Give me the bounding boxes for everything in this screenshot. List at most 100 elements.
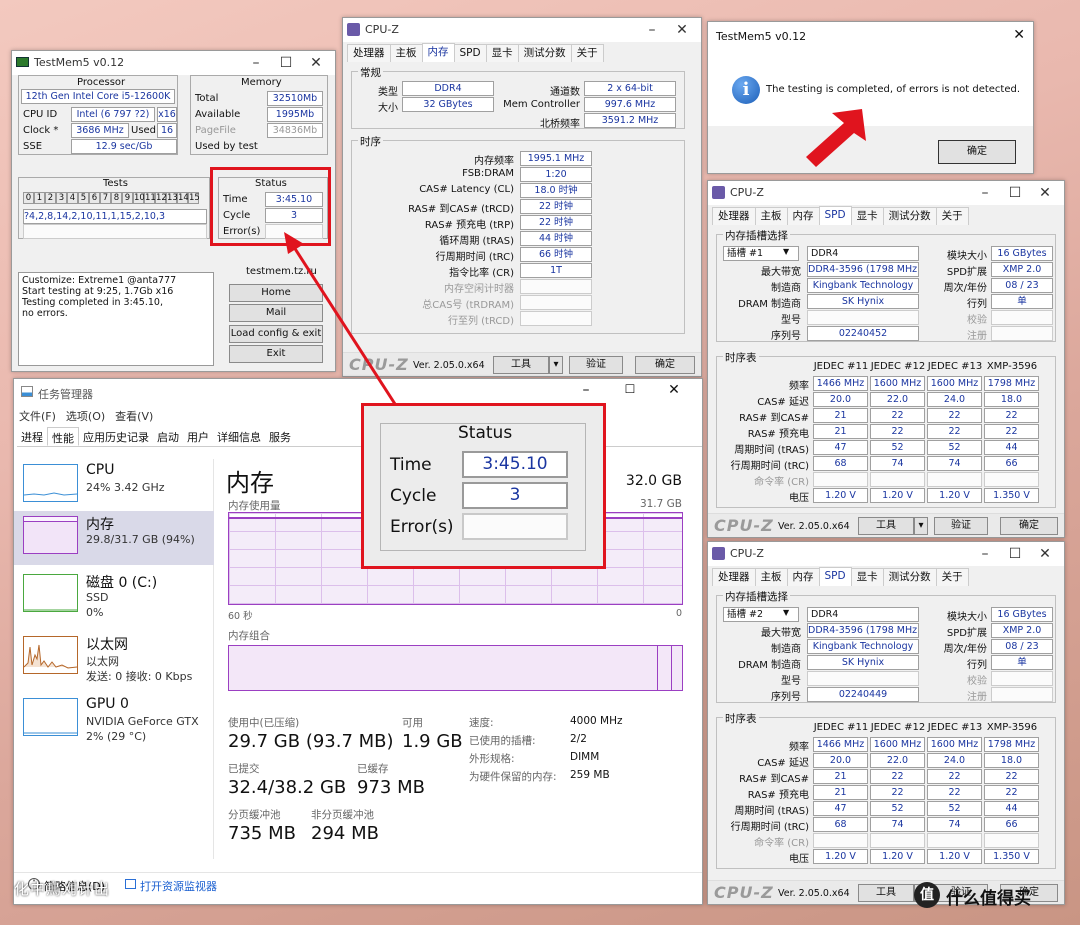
minimize-icon[interactable]: – bbox=[970, 544, 1000, 564]
tab-performance[interactable]: 性能 bbox=[47, 427, 79, 446]
tab-memory[interactable]: 内存 bbox=[421, 43, 455, 62]
log-textbox[interactable]: Customize: Extreme1 @anta777 Start testi… bbox=[18, 272, 214, 366]
max-bw: DDR4-3596 (1798 MHz) bbox=[807, 623, 919, 638]
tab-processor[interactable]: 处理器 bbox=[712, 568, 756, 586]
tab-mainboard[interactable]: 主板 bbox=[754, 207, 788, 225]
tab-users[interactable]: 用户 bbox=[183, 427, 213, 446]
task-manager-title: 任务管理器 bbox=[38, 388, 93, 401]
tab-memory[interactable]: 内存 bbox=[786, 207, 820, 225]
validate-button[interactable]: 验证 bbox=[934, 517, 988, 535]
testmem-app-icon bbox=[16, 57, 29, 67]
chevron-down-icon[interactable]: ▼ bbox=[783, 247, 789, 256]
tab-graphics[interactable]: 显卡 bbox=[850, 207, 884, 225]
timing-column-header: JEDEC #12 bbox=[870, 722, 926, 733]
close-icon[interactable]: ✕ bbox=[1030, 183, 1060, 203]
sidebar-item-memory[interactable]: 内存 29.8/31.7 GB (94%) bbox=[14, 511, 214, 565]
tab-memory[interactable]: 内存 bbox=[786, 568, 820, 586]
tab-spd[interactable]: SPD bbox=[818, 567, 852, 586]
serial: 02240449 bbox=[807, 687, 919, 702]
tab-startup[interactable]: 启动 bbox=[153, 427, 183, 446]
tab-spd[interactable]: SPD bbox=[818, 206, 852, 225]
tools-button[interactable]: 工具 bbox=[858, 884, 914, 902]
tab-about[interactable]: 关于 bbox=[935, 568, 969, 586]
maximize-icon[interactable]: ☐ bbox=[1000, 183, 1030, 203]
menu-options[interactable]: 选项(O) bbox=[66, 408, 105, 424]
ok-button[interactable]: 确定 bbox=[1000, 517, 1058, 535]
tab-spd[interactable]: SPD bbox=[453, 44, 487, 62]
cpuz-titlebar: CPU-Z – ☐ ✕ bbox=[708, 542, 1064, 566]
test-number-cell: 1 bbox=[34, 192, 45, 204]
sidebar-item-disk[interactable]: 磁盘 0 (C:) SSD 0% bbox=[14, 569, 214, 629]
timing-label: FSB:DRAM bbox=[462, 168, 514, 179]
minimize-icon[interactable]: – bbox=[637, 20, 667, 40]
cpuz-app-icon bbox=[347, 23, 360, 36]
tab-bench[interactable]: 测试分数 bbox=[517, 44, 572, 62]
size-value: 32 GBytes bbox=[402, 97, 494, 112]
capacity-value: 32.0 GB bbox=[625, 473, 682, 489]
dialog-ok-button[interactable]: 确定 bbox=[938, 140, 1016, 164]
sidebar-item-gpu[interactable]: GPU 0 NVIDIA GeForce GTX 2% (29 °C) bbox=[14, 693, 214, 753]
minimize-icon[interactable]: – bbox=[241, 53, 271, 73]
close-icon[interactable]: ✕ bbox=[1013, 27, 1025, 43]
dram-mfr-label: DRAM 制造商 bbox=[738, 660, 801, 671]
zoom-errors-label: Error(s) bbox=[390, 517, 454, 537]
tab-graphics[interactable]: 显卡 bbox=[485, 44, 519, 62]
tools-dropdown-icon[interactable]: ▾ bbox=[914, 517, 928, 535]
tab-about[interactable]: 关于 bbox=[935, 207, 969, 225]
timing-cell: 22 bbox=[927, 408, 982, 423]
memory-type: DDR4 bbox=[807, 607, 919, 622]
watermark-left: 化中鳥刈计出 bbox=[14, 880, 111, 898]
timing-cell: 1798 MHz bbox=[984, 376, 1039, 391]
cpuz-tabbar: 处理器 主板 内存 SPD 显卡 测试分数 关于 bbox=[712, 567, 1060, 586]
tab-mainboard[interactable]: 主板 bbox=[389, 44, 423, 62]
cpuz-logo: CPU-Z bbox=[714, 516, 774, 535]
validate-button[interactable]: 验证 bbox=[569, 356, 623, 374]
cpuz-title: CPU-Z bbox=[365, 23, 399, 36]
maximize-icon[interactable]: ☐ bbox=[271, 53, 301, 73]
timing-column-header: JEDEC #13 bbox=[927, 722, 983, 733]
spd-ext-label: SPD扩展 bbox=[946, 267, 987, 278]
nb-value: 3591.2 MHz bbox=[584, 113, 676, 128]
timing-row-label: 电压 bbox=[789, 854, 809, 865]
tab-bench[interactable]: 测试分数 bbox=[882, 207, 937, 225]
chevron-down-icon[interactable]: ▼ bbox=[783, 608, 789, 617]
menu-view[interactable]: 查看(V) bbox=[115, 408, 153, 424]
maximize-icon[interactable]: ☐ bbox=[1000, 544, 1030, 564]
menu-file[interactable]: 文件(F) bbox=[19, 408, 56, 424]
timing-cell: 18.0 bbox=[984, 392, 1039, 407]
test-number-row: 0 1 2 3 4 5 6 7 8 9 10 11 12 13 14 15 bbox=[23, 192, 200, 204]
timing-cell: 21 bbox=[813, 424, 868, 439]
tools-dropdown-icon[interactable]: ▾ bbox=[549, 356, 563, 374]
tools-button[interactable]: 工具 bbox=[493, 356, 549, 374]
close-icon[interactable]: ✕ bbox=[1030, 544, 1060, 564]
channels-value: 2 x 64-bit bbox=[584, 81, 676, 96]
tab-graphics[interactable]: 显卡 bbox=[850, 568, 884, 586]
close-icon[interactable]: ✕ bbox=[667, 20, 697, 40]
tab-bench[interactable]: 测试分数 bbox=[882, 568, 937, 586]
tab-app-history[interactable]: 应用历史记录 bbox=[79, 427, 153, 446]
used-value: 16 bbox=[157, 123, 177, 138]
tab-services[interactable]: 服务 bbox=[265, 427, 295, 446]
timing-column-header: XMP-3596 bbox=[986, 722, 1038, 733]
open-resource-monitor-link[interactable]: 打开资源监视器 bbox=[140, 878, 217, 894]
timing-cell: 52 bbox=[927, 440, 982, 455]
sidebar-item-cpu[interactable]: CPU 24% 3.42 GHz bbox=[14, 459, 214, 519]
minimize-icon[interactable]: – bbox=[564, 382, 608, 398]
timing-cell: 21 bbox=[813, 785, 868, 800]
ok-button[interactable]: 确定 bbox=[635, 356, 695, 374]
sidebar-item-ethernet[interactable]: 以太网 以太网 发送: 0 接收: 0 Kbps bbox=[14, 631, 214, 691]
close-icon[interactable]: ✕ bbox=[301, 53, 331, 73]
tab-processor[interactable]: 处理器 bbox=[712, 207, 756, 225]
minimize-icon[interactable]: – bbox=[970, 183, 1000, 203]
tab-mainboard[interactable]: 主板 bbox=[754, 568, 788, 586]
tab-processor[interactable]: 处理器 bbox=[347, 44, 391, 62]
maximize-icon[interactable]: ☐ bbox=[608, 382, 652, 398]
close-icon[interactable]: ✕ bbox=[652, 382, 696, 398]
cpuz-tabbar: 处理器 主板 内存 SPD 显卡 测试分数 关于 bbox=[712, 206, 1060, 225]
timing-row-label: 周期时间 (tRAS) bbox=[734, 445, 809, 456]
sidebar-item-sub: 发送: 0 接收: 0 Kbps bbox=[86, 670, 193, 683]
tools-button[interactable]: 工具 bbox=[858, 517, 914, 535]
tab-about[interactable]: 关于 bbox=[570, 44, 604, 62]
tab-processes[interactable]: 进程 bbox=[17, 427, 47, 446]
tab-details[interactable]: 详细信息 bbox=[213, 427, 265, 446]
